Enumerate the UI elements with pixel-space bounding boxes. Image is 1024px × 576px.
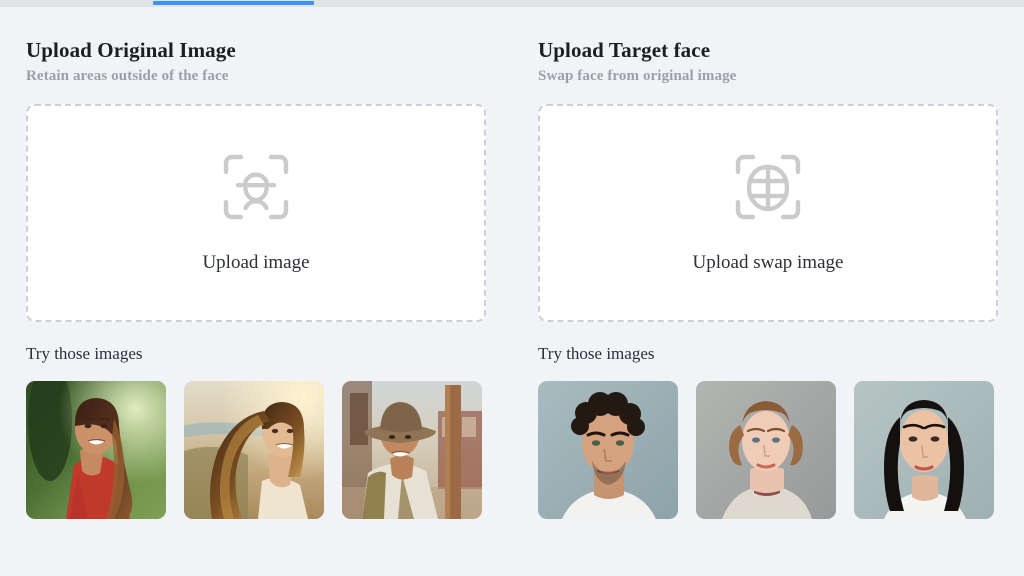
tab-strip [0,0,1024,7]
sample-thumbnails-target [538,381,998,519]
panel-original-image: Upload Original Image Retain areas outsi… [0,7,512,576]
page-title-original: Upload Original Image [26,38,236,62]
panel-subtitle-original: Retain areas outside of the face [26,68,229,84]
dropzone-original-image[interactable]: Upload image [26,104,486,322]
list-item[interactable] [538,381,678,519]
upload-columns: Upload Original Image Retain areas outsi… [0,7,1024,576]
dropzone-label-target: Upload swap image [692,252,844,273]
face-scan-frame-icon [221,152,291,222]
list-item[interactable] [854,381,994,519]
list-item[interactable] [26,381,166,519]
panel-subtitle-target: Swap face from original image [538,68,737,84]
list-item[interactable] [184,381,324,519]
page-title-target: Upload Target face [538,38,711,62]
list-item[interactable] [342,381,482,519]
face-mesh-frame-icon [733,152,803,222]
dropzone-label-original: Upload image [202,252,310,273]
list-item[interactable] [696,381,836,519]
samples-label-target: Try those images [538,344,655,363]
dropzone-target-face[interactable]: Upload swap image [538,104,998,322]
active-tab-indicator[interactable] [153,1,314,5]
panel-target-face: Upload Target face Swap face from origin… [512,7,1024,576]
samples-label-original: Try those images [26,344,143,363]
sample-thumbnails-original [26,381,486,519]
